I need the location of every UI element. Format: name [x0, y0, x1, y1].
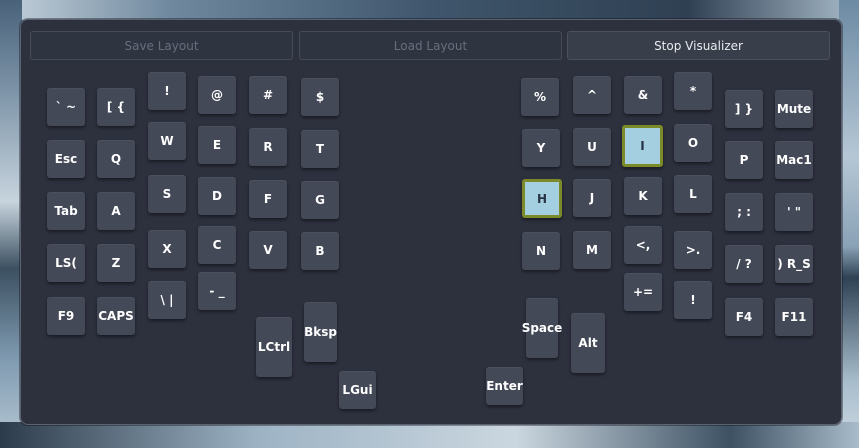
key-plus-equals[interactable]: +=: [624, 273, 662, 311]
key-slash[interactable]: / ?: [725, 245, 763, 283]
key-exclamation[interactable]: !: [148, 72, 186, 110]
desktop-wallpaper-top: [0, 0, 859, 20]
key-right-bracket[interactable]: ] }: [725, 90, 763, 128]
key-percent[interactable]: %: [521, 78, 559, 116]
load-layout-button[interactable]: Load Layout: [299, 31, 562, 60]
key-dollar[interactable]: $: [301, 78, 339, 116]
key-m[interactable]: M: [573, 231, 611, 269]
key-hash[interactable]: #: [249, 76, 287, 114]
key-right-shift[interactable]: ) R_S: [775, 245, 813, 283]
key-o[interactable]: O: [674, 124, 712, 162]
key-p[interactable]: P: [725, 141, 763, 179]
key-enter[interactable]: Enter: [486, 367, 523, 405]
key-l[interactable]: L: [674, 175, 712, 213]
key-c[interactable]: C: [198, 226, 236, 264]
key-left-bracket[interactable]: [ {: [97, 88, 135, 126]
key-b[interactable]: B: [301, 232, 339, 270]
key-t[interactable]: T: [301, 130, 339, 168]
key-minus[interactable]: - _: [198, 272, 236, 310]
key-backslash[interactable]: \ |: [148, 281, 186, 319]
key-r[interactable]: R: [249, 128, 287, 166]
key-alt[interactable]: Alt: [571, 313, 605, 373]
key-lctrl[interactable]: LCtrl: [256, 317, 292, 377]
key-period[interactable]: >.: [674, 231, 712, 269]
keyboard-visualizer-window: Save Layout Load Layout Stop Visualizer …: [20, 19, 842, 425]
key-n[interactable]: N: [522, 232, 560, 270]
key-caret[interactable]: ^: [573, 76, 611, 114]
key-exclamation-right[interactable]: !: [674, 281, 712, 319]
key-z[interactable]: Z: [97, 244, 135, 282]
key-esc[interactable]: Esc: [47, 140, 85, 178]
key-comma[interactable]: <,: [624, 226, 662, 264]
key-at[interactable]: @: [198, 76, 236, 114]
key-j[interactable]: J: [573, 179, 611, 217]
key-w[interactable]: W: [148, 122, 186, 160]
key-f9[interactable]: F9: [47, 297, 85, 335]
key-left-shift[interactable]: LS(: [47, 244, 85, 282]
key-i[interactable]: I: [622, 125, 663, 167]
key-mute[interactable]: Mute: [775, 90, 813, 128]
key-mac1[interactable]: Mac1: [775, 141, 813, 179]
key-v[interactable]: V: [249, 231, 287, 269]
key-a[interactable]: A: [97, 192, 135, 230]
key-k[interactable]: K: [624, 177, 662, 215]
key-h[interactable]: H: [522, 179, 562, 218]
key-f4[interactable]: F4: [725, 298, 763, 336]
save-layout-button[interactable]: Save Layout: [30, 31, 293, 60]
key-f[interactable]: F: [249, 180, 287, 218]
key-quote[interactable]: ' ": [775, 193, 813, 231]
key-ampersand[interactable]: &: [624, 76, 662, 114]
key-y[interactable]: Y: [522, 129, 560, 167]
desktop-wallpaper-right: [839, 0, 859, 448]
key-tab[interactable]: Tab: [47, 192, 85, 230]
key-d[interactable]: D: [198, 177, 236, 215]
key-u[interactable]: U: [573, 128, 611, 166]
key-e[interactable]: E: [198, 126, 236, 164]
key-lgui[interactable]: LGui: [339, 371, 376, 409]
key-x[interactable]: X: [148, 230, 186, 268]
key-asterisk[interactable]: *: [674, 72, 712, 110]
key-s[interactable]: S: [148, 175, 186, 213]
desktop-wallpaper-left: [0, 0, 22, 448]
key-g[interactable]: G: [301, 181, 339, 219]
key-f11[interactable]: F11: [775, 298, 813, 336]
key-grave[interactable]: ` ~: [47, 88, 85, 126]
key-space[interactable]: Space: [522, 298, 562, 358]
key-backspace[interactable]: Bksp: [304, 302, 337, 362]
key-q[interactable]: Q: [97, 140, 135, 178]
stop-visualizer-button[interactable]: Stop Visualizer: [567, 31, 830, 60]
key-caps[interactable]: CAPS: [97, 297, 135, 335]
desktop-wallpaper-bottom: [0, 422, 859, 448]
key-semicolon[interactable]: ; :: [725, 193, 763, 231]
